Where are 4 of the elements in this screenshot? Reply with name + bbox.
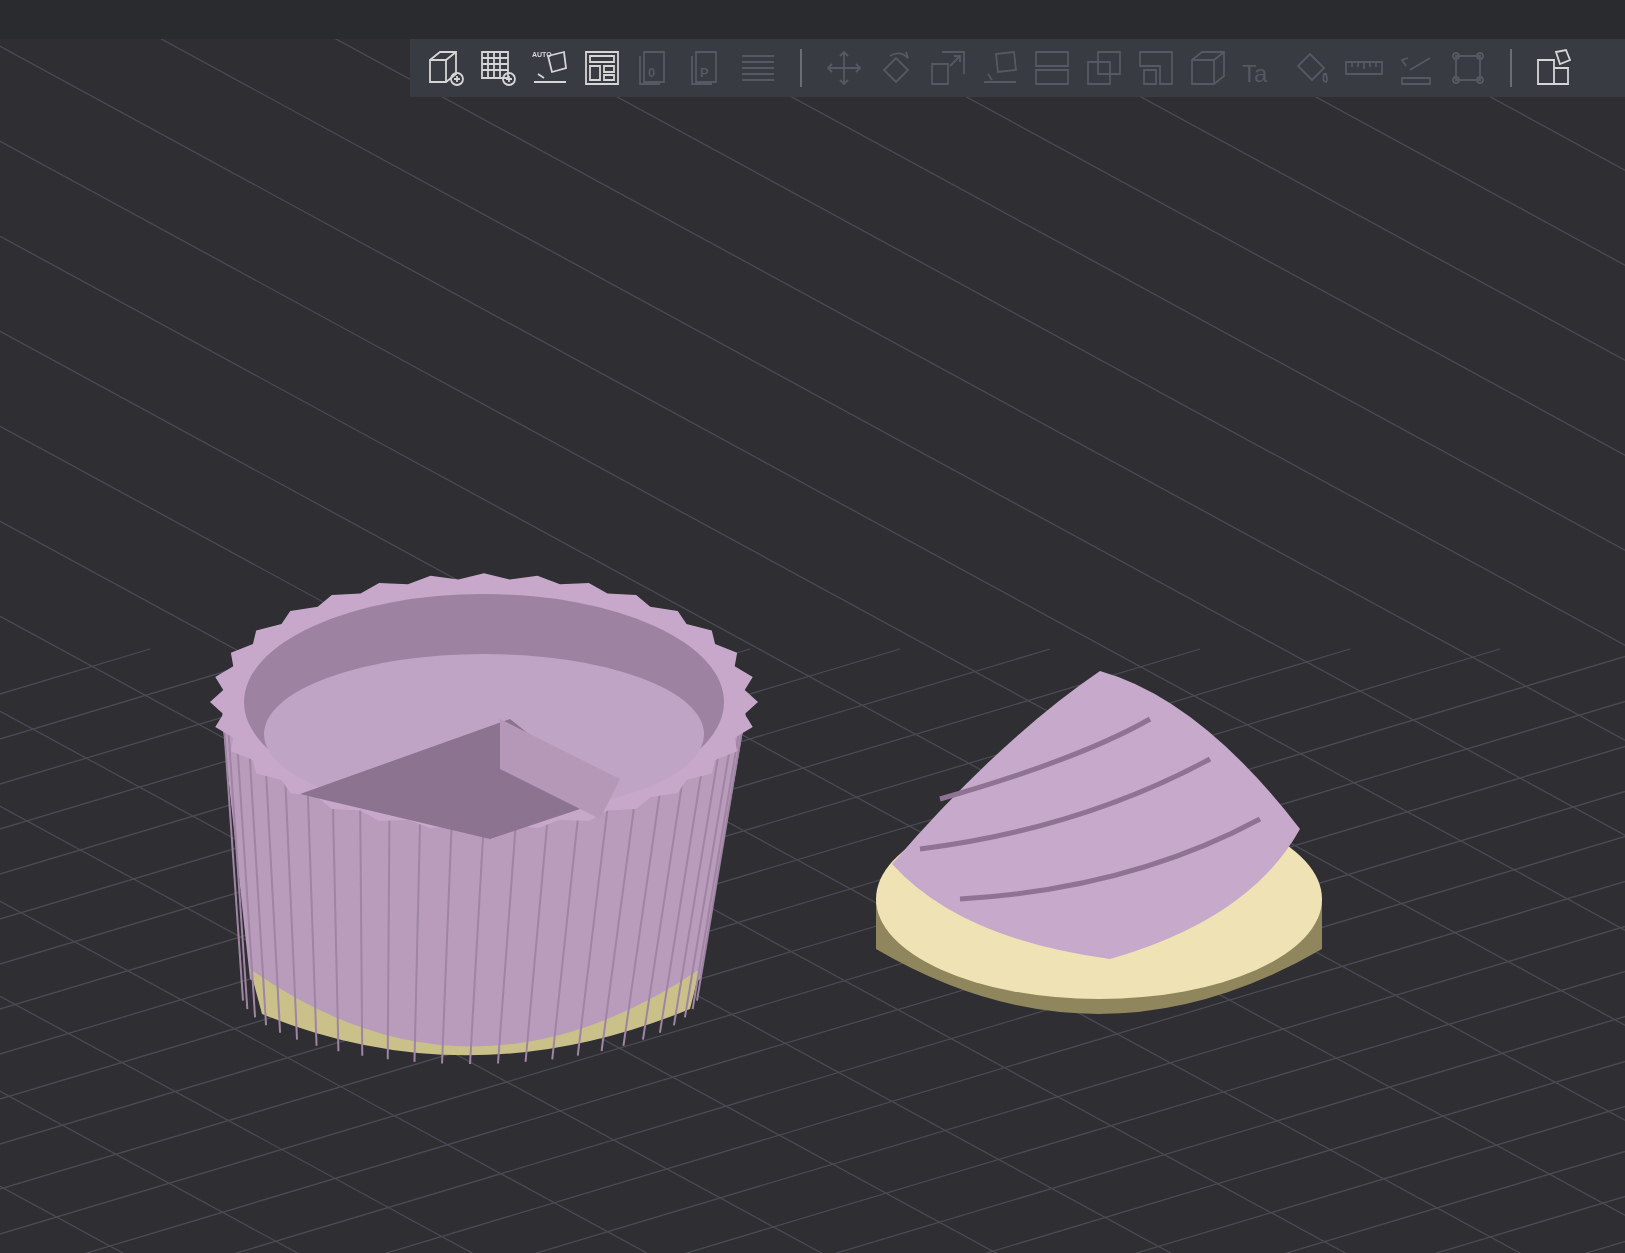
puzzle-icon[interactable]	[1534, 48, 1574, 88]
layout-icon[interactable]	[582, 48, 622, 88]
cube-plus-icon[interactable]	[426, 48, 466, 88]
grid-plus-icon[interactable]	[478, 48, 518, 88]
